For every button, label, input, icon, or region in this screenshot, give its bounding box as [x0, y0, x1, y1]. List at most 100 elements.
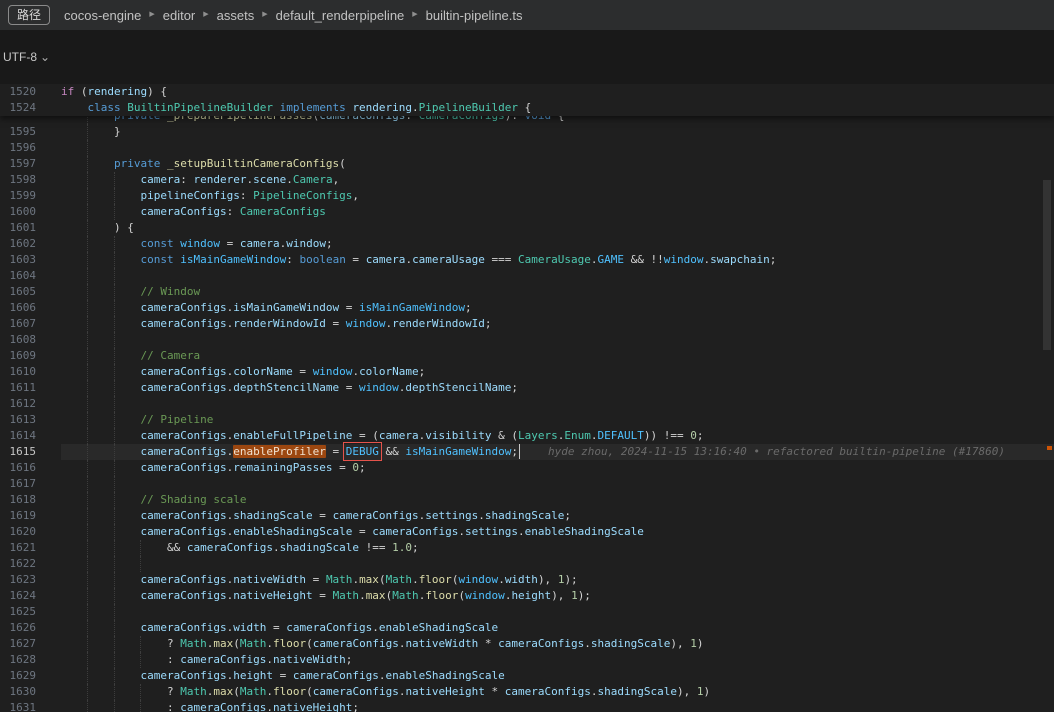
code-line[interactable]: 1606 cameraConfigs.isMainGameWindow = is…	[0, 300, 1054, 316]
code-line[interactable]: 1596	[0, 140, 1054, 156]
line-number[interactable]: 1622	[0, 556, 61, 572]
code-line[interactable]: 1614 cameraConfigs.enableFullPipeline = …	[0, 428, 1054, 444]
line-number[interactable]: 1595	[0, 124, 61, 140]
code-line[interactable]: 1599 pipelineConfigs: PipelineConfigs,	[0, 188, 1054, 204]
breadcrumb-item-cocos-engine[interactable]: cocos-engine	[64, 8, 141, 23]
code-line[interactable]: 1621 && cameraConfigs.shadingScale !== 1…	[0, 540, 1054, 556]
code-line[interactable]: 1620 cameraConfigs.enableShadingScale = …	[0, 524, 1054, 540]
line-number[interactable]: 1616	[0, 460, 61, 476]
code-editor[interactable]: 1520 if (rendering) {1524 class BuiltinPi…	[0, 84, 1054, 712]
line-number[interactable]: 1623	[0, 572, 61, 588]
code-line[interactable]: 1624 cameraConfigs.nativeHeight = Math.m…	[0, 588, 1054, 604]
line-number[interactable]: 1597	[0, 156, 61, 172]
code-line[interactable]: 1630 ? Math.max(Math.floor(cameraConfigs…	[0, 684, 1054, 700]
indent-guide	[87, 620, 89, 636]
line-number[interactable]: 1600	[0, 204, 61, 220]
code-line[interactable]: 1598 camera: renderer.scene.Camera,	[0, 172, 1054, 188]
sticky-line[interactable]: 1524 class BuiltinPipelineBuilder implem…	[0, 100, 1054, 116]
line-number[interactable]: 1601	[0, 220, 61, 236]
breadcrumb-item-assets[interactable]: assets	[217, 8, 255, 23]
code-line[interactable]: 1597 private _setupBuiltinCameraConfigs(	[0, 156, 1054, 172]
code-line[interactable]: 1608	[0, 332, 1054, 348]
line-number[interactable]: 1605	[0, 284, 61, 300]
line-number[interactable]: 1614	[0, 428, 61, 444]
line-number[interactable]: 1630	[0, 684, 61, 700]
code-line[interactable]: 1623 cameraConfigs.nativeWidth = Math.ma…	[0, 572, 1054, 588]
code-line[interactable]: 1609 // Camera	[0, 348, 1054, 364]
code-line[interactable]: 1619 cameraConfigs.shadingScale = camera…	[0, 508, 1054, 524]
search-match-highlight: enableProfiler	[233, 445, 326, 458]
line-number[interactable]: 1611	[0, 380, 61, 396]
line-number[interactable]: 1628	[0, 652, 61, 668]
breadcrumb-item-default-renderpipeline[interactable]: default_renderpipeline	[276, 8, 405, 23]
line-number[interactable]: 1613	[0, 412, 61, 428]
breadcrumb-item-builtin-pipeline[interactable]: builtin-pipeline.ts	[426, 8, 523, 23]
code-line[interactable]: 1616 cameraConfigs.remainingPasses = 0;	[0, 460, 1054, 476]
line-number[interactable]: 1621	[0, 540, 61, 556]
code-line[interactable]: 1604	[0, 268, 1054, 284]
code-text: cameraConfigs.colorName = window.colorNa…	[61, 364, 1054, 380]
code-line[interactable]: 1605 // Window	[0, 284, 1054, 300]
line-number[interactable]	[0, 116, 61, 124]
line-number[interactable]: 1615	[0, 444, 61, 460]
code-line[interactable]: 1610 cameraConfigs.colorName = window.co…	[0, 364, 1054, 380]
line-number[interactable]: 1629	[0, 668, 61, 684]
code-line[interactable]: 1595 }	[0, 124, 1054, 140]
line-number[interactable]: 1606	[0, 300, 61, 316]
indent-guide	[87, 412, 89, 428]
line-number[interactable]: 1620	[0, 524, 61, 540]
code-line[interactable]: 1612	[0, 396, 1054, 412]
indent-guide	[87, 268, 89, 284]
line-number[interactable]: 1617	[0, 476, 61, 492]
code-line[interactable]: 1600 cameraConfigs: CameraConfigs	[0, 204, 1054, 220]
line-number[interactable]: 1524	[0, 100, 61, 116]
breadcrumb-item-editor[interactable]: editor	[163, 8, 196, 23]
code-line[interactable]: 1611 cameraConfigs.depthStencilName = wi…	[0, 380, 1054, 396]
code-line[interactable]: 1607 cameraConfigs.renderWindowId = wind…	[0, 316, 1054, 332]
code-line[interactable]: 1629 cameraConfigs.height = cameraConfig…	[0, 668, 1054, 684]
code-line[interactable]: 1626 cameraConfigs.width = cameraConfigs…	[0, 620, 1054, 636]
sticky-line[interactable]: 1520 if (rendering) {	[0, 84, 1054, 100]
line-number[interactable]: 1624	[0, 588, 61, 604]
code-line[interactable]: private _preparePipelinePasses(cameraCon…	[0, 116, 1054, 124]
indent-guide	[113, 412, 115, 428]
indent-guide	[113, 268, 115, 284]
indent-guide	[87, 492, 89, 508]
line-number[interactable]: 1520	[0, 84, 61, 100]
code-line[interactable]: 1617	[0, 476, 1054, 492]
line-number[interactable]: 1603	[0, 252, 61, 268]
line-number[interactable]: 1619	[0, 508, 61, 524]
indent-guide	[87, 588, 89, 604]
code-line[interactable]: 1631 : cameraConfigs.nativeHeight;	[0, 700, 1054, 712]
code-line[interactable]: 1602 const window = camera.window;	[0, 236, 1054, 252]
indent-guide	[113, 380, 115, 396]
line-number[interactable]: 1612	[0, 396, 61, 412]
encoding-selector[interactable]: UTF-8 ⌄	[3, 50, 50, 64]
indent-guide	[87, 172, 89, 188]
line-number[interactable]: 1610	[0, 364, 61, 380]
code-line[interactable]: 1622	[0, 556, 1054, 572]
line-number[interactable]: 1607	[0, 316, 61, 332]
line-number[interactable]: 1598	[0, 172, 61, 188]
line-number[interactable]: 1604	[0, 268, 61, 284]
scrollbar-thumb[interactable]	[1043, 180, 1051, 350]
code-line[interactable]: 1615 cameraConfigs.enableProfiler = DEBU…	[0, 442, 1054, 461]
code-line[interactable]: 1625	[0, 604, 1054, 620]
scrollbar[interactable]	[1040, 84, 1054, 712]
code-line[interactable]: 1628 : cameraConfigs.nativeWidth;	[0, 652, 1054, 668]
code-line[interactable]: 1618 // Shading scale	[0, 492, 1054, 508]
code-line[interactable]: 1603 const isMainGameWindow: boolean = c…	[0, 252, 1054, 268]
line-number[interactable]: 1626	[0, 620, 61, 636]
line-number[interactable]: 1609	[0, 348, 61, 364]
code-line[interactable]: 1613 // Pipeline	[0, 412, 1054, 428]
code-line[interactable]: 1627 ? Math.max(Math.floor(cameraConfigs…	[0, 636, 1054, 652]
line-number[interactable]: 1627	[0, 636, 61, 652]
line-number[interactable]: 1602	[0, 236, 61, 252]
line-number[interactable]: 1596	[0, 140, 61, 156]
line-number[interactable]: 1631	[0, 700, 61, 712]
line-number[interactable]: 1625	[0, 604, 61, 620]
line-number[interactable]: 1608	[0, 332, 61, 348]
code-line[interactable]: 1601 ) {	[0, 220, 1054, 236]
line-number[interactable]: 1618	[0, 492, 61, 508]
line-number[interactable]: 1599	[0, 188, 61, 204]
